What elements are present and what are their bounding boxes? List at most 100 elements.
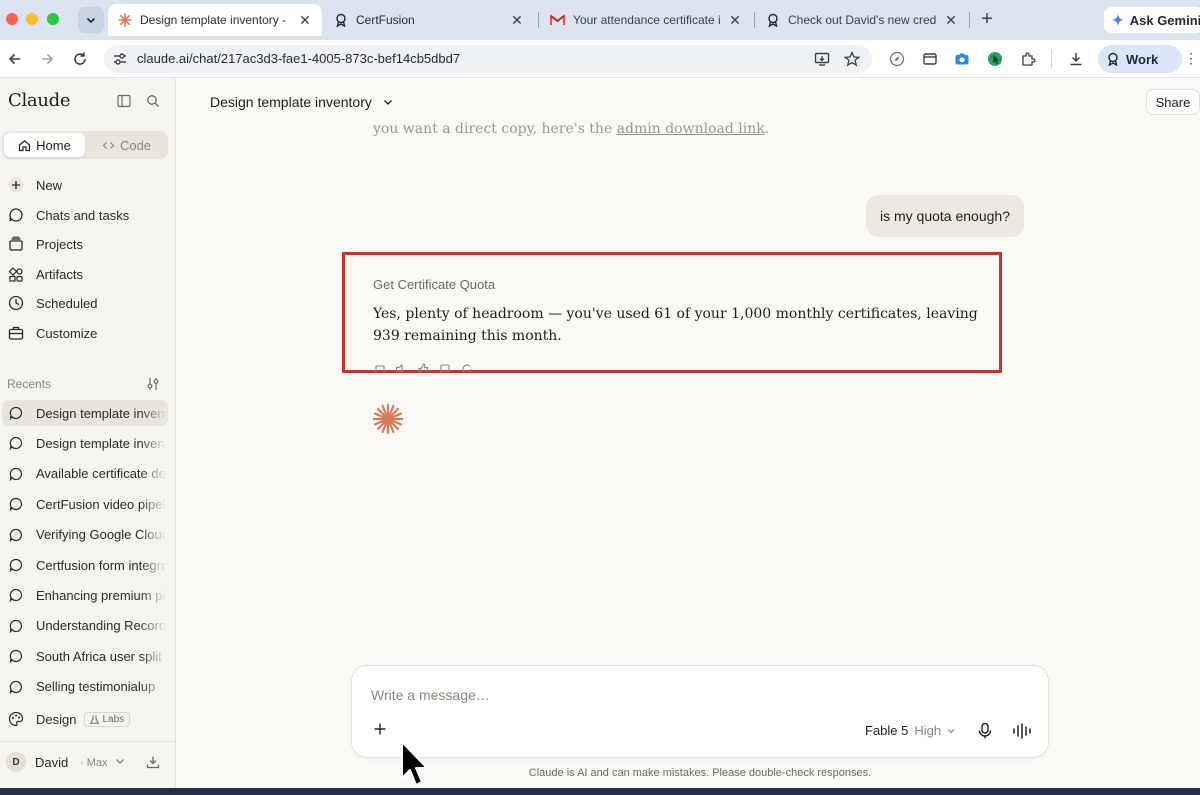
chat-icon	[6, 205, 26, 225]
sidebar-item-label: Design	[36, 711, 77, 727]
admin-download-link[interactable]: admin download link	[617, 121, 765, 137]
address-bar[interactable]: claude.ai/chat/217ac3d3-fae1-4005-873c-b…	[104, 45, 872, 73]
chat-bubble-icon	[8, 557, 24, 573]
toggle-sidebar-icon[interactable]	[116, 93, 132, 109]
tab-close-icon[interactable]: ✕	[728, 12, 742, 29]
flask-icon	[90, 715, 100, 724]
mode-home-button[interactable]: Home	[4, 133, 85, 157]
sidebar-item-label: Chats and tasks	[36, 207, 130, 223]
tab-search-button[interactable]	[78, 7, 104, 33]
thumbs-down-icon[interactable]	[439, 362, 451, 372]
tool-call-label[interactable]: Get Certificate Quota	[373, 277, 495, 292]
retry-icon[interactable]	[461, 362, 473, 372]
microphone-icon[interactable]	[977, 722, 993, 740]
window-maximize-button[interactable]	[47, 13, 59, 25]
sidebar-item-new[interactable]: New	[6, 172, 172, 198]
avatar: D	[6, 752, 26, 772]
recent-chat-title: Design template inventory	[36, 435, 166, 451]
tab-certfusion[interactable]: CertFusion ✕	[324, 4, 534, 36]
chat-bubble-icon	[8, 679, 24, 695]
tab-close-icon[interactable]: ✕	[510, 12, 524, 29]
window-extension-icon[interactable]	[920, 49, 940, 69]
mode-code-button[interactable]: Code	[87, 133, 166, 157]
claude-logo[interactable]: Claude	[8, 90, 71, 111]
bookmark-star-icon[interactable]	[844, 51, 860, 67]
sidebar-item-projects[interactable]: Projects	[6, 231, 172, 257]
sidebar-item-artifacts[interactable]: Artifacts	[6, 261, 172, 287]
chat-title-button[interactable]: Design template inventory	[210, 94, 394, 110]
tab-davids-credential[interactable]: Check out David's new crede ✕	[756, 4, 968, 36]
speaker-icon[interactable]	[395, 362, 407, 372]
recent-chat-item[interactable]: Available certificate designs	[2, 461, 168, 487]
filter-icon[interactable]	[146, 377, 160, 391]
chat-bubble-icon	[8, 618, 24, 634]
ask-gemini-button[interactable]: ✦ Ask Gemini	[1104, 7, 1200, 33]
recent-chat-item[interactable]: South Africa user split	[2, 643, 168, 669]
install-app-icon[interactable]	[814, 51, 830, 67]
user-message: is my quota enough?	[866, 195, 1024, 237]
tab-design-template-inventory[interactable]: Design template inventory - C ✕	[108, 4, 322, 36]
extensions-puzzle-icon[interactable]	[1018, 49, 1038, 69]
browser-menu-icon[interactable]: ⋮	[1184, 50, 1198, 67]
camera-extension-icon[interactable]	[952, 49, 972, 69]
share-button[interactable]: Share	[1146, 89, 1200, 115]
recent-chat-title: CertFusion video pipeline	[36, 496, 166, 512]
ribbon-icon	[768, 13, 778, 27]
reload-button[interactable]	[70, 49, 90, 69]
recent-chat-title: South Africa user split	[36, 648, 162, 664]
mode-home-label: Home	[36, 137, 71, 153]
recent-chat-item[interactable]: Certfusion form integration	[2, 552, 168, 578]
thumbs-up-icon[interactable]	[417, 362, 429, 372]
profile-button[interactable]: Work	[1098, 45, 1182, 73]
gemini-sparkle-icon: ✦	[1112, 11, 1124, 28]
message-input[interactable]: Write a message…	[371, 687, 490, 703]
recent-chat-item[interactable]: Understanding Records	[2, 613, 168, 639]
recent-chat-item[interactable]: Enhancing premium plans	[2, 582, 168, 608]
copy-icon[interactable]	[373, 362, 385, 372]
tab-title: Your attendance certificate is	[573, 13, 720, 27]
sidebar-item-customize[interactable]: Customize	[6, 320, 172, 346]
tab-title: Check out David's new crede	[788, 13, 936, 27]
forward-button[interactable]	[37, 49, 57, 69]
chat-title: Design template inventory	[210, 94, 372, 110]
recent-chat-item[interactable]: Design template inventory	[2, 400, 168, 426]
chat-bubble-icon	[8, 587, 24, 603]
ask-gemini-label: Ask Gemini	[1129, 12, 1200, 28]
tab-attendance-certificate[interactable]: Your attendance certificate is ✕	[540, 4, 752, 36]
window-close-button[interactable]	[6, 13, 18, 25]
recent-chat-item[interactable]: Verifying Google Cloud	[2, 522, 168, 548]
tab-close-icon[interactable]: ✕	[298, 12, 312, 29]
chat-bubble-icon	[8, 648, 24, 664]
toolbar-separator	[1051, 50, 1052, 68]
recent-chat-item[interactable]: Design template inventory	[2, 430, 168, 456]
profile-label: Work	[1126, 51, 1159, 67]
sidebar-item-scheduled[interactable]: Scheduled	[6, 290, 172, 316]
download-app-icon[interactable]	[146, 755, 160, 769]
tab-close-icon[interactable]: ✕	[944, 12, 958, 29]
recent-chat-item[interactable]: Selling testimonialup	[2, 674, 168, 700]
labs-badge: Labs	[84, 711, 131, 727]
sidebar-item-chats[interactable]: Chats and tasks	[6, 202, 172, 228]
chat-bubble-icon	[8, 435, 24, 451]
assistant-reply: Yes, plenty of headroom — you've used 61…	[373, 306, 978, 344]
voice-mode-icon[interactable]	[1012, 722, 1032, 740]
search-icon[interactable]	[145, 93, 161, 109]
reload-icon	[74, 52, 86, 65]
mouse-cursor-icon	[401, 741, 428, 786]
add-attachment-icon[interactable]	[373, 722, 387, 736]
chat-main: Design template inventory Share you want…	[176, 78, 1200, 788]
window-minimize-button[interactable]	[26, 13, 38, 25]
prev-line-end: .	[764, 121, 770, 137]
downloads-icon[interactable]	[1066, 49, 1086, 69]
recent-chat-item[interactable]: CertFusion video pipeline	[2, 491, 168, 517]
sidebar-item-design[interactable]: Design Labs	[6, 706, 172, 732]
model-selector[interactable]: Fable 5 High	[865, 723, 956, 738]
tab-title: CertFusion	[356, 13, 415, 27]
compass-extension-icon[interactable]	[887, 49, 907, 69]
user-menu[interactable]: D David · Max	[0, 741, 176, 781]
back-button[interactable]	[5, 49, 25, 69]
chevron-down-icon	[947, 728, 955, 733]
green-extension-icon[interactable]	[985, 49, 1005, 69]
gmail-icon	[550, 14, 565, 25]
new-tab-button[interactable]: +	[976, 8, 998, 30]
